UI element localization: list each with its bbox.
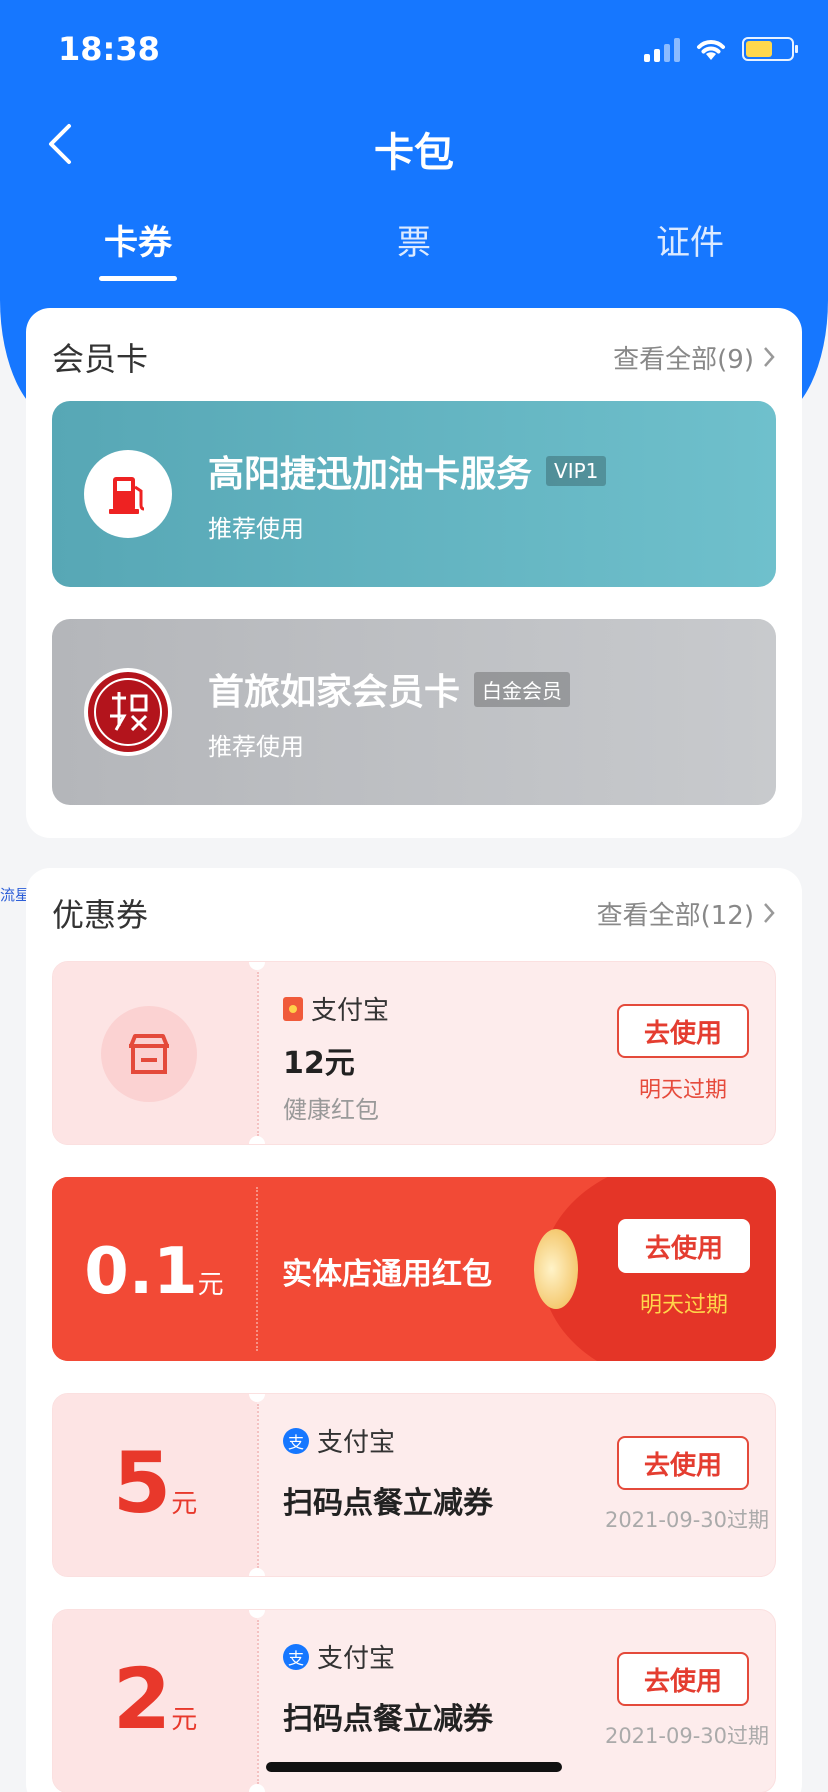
coupon-panel: 优惠券 查看全部(12) 支付宝 12元 健康红包 去使用 明天过期 0.1元 … <box>26 868 802 1792</box>
page-title: 卡包 <box>374 130 454 176</box>
tab-underline <box>99 276 177 281</box>
coupon-title: 扫码点餐立减券 <box>283 1702 493 1737</box>
coupon-expire: 2021-09-30过期 <box>604 1724 769 1748</box>
seal-logo <box>84 668 172 756</box>
amount-value: 0.1 <box>84 1235 198 1309</box>
amount-unit: 元 <box>197 1270 224 1300</box>
see-all-label: 查看全部(12) <box>596 900 754 931</box>
gold-coin-icon <box>534 1229 578 1309</box>
status-bar: 18:38 <box>0 0 828 100</box>
card-name-text: 首旅如家会员卡 <box>208 672 461 713</box>
coupon-expire: 明天过期 <box>639 1293 728 1318</box>
brand-label: 支付宝 <box>317 1644 396 1674</box>
fuel-pump-icon <box>84 450 172 538</box>
see-all-label: 查看全部(9) <box>613 344 754 375</box>
alipay-icon: 支 <box>283 1427 309 1454</box>
see-all-coupon-link[interactable]: 查看全部(12) <box>597 895 776 932</box>
red-packet-icon <box>283 996 303 1021</box>
coupon-item[interactable]: 支付宝 12元 健康红包 去使用 明天过期 <box>52 961 776 1145</box>
signal-icon <box>644 36 680 62</box>
tab-label: 卡券 <box>104 223 172 263</box>
card-name-text: 高阳捷迅加油卡服务 <box>208 454 533 495</box>
status-icons <box>644 36 798 62</box>
panel-header: 会员卡 查看全部(9) <box>52 332 776 382</box>
coupon-value: 12元 <box>283 1046 355 1081</box>
member-card-fuel[interactable]: 高阳捷迅加油卡服务 VIP1 推荐使用 <box>52 401 776 587</box>
amount-value: 5 <box>112 1434 172 1532</box>
amount-unit: 元 <box>171 1705 198 1735</box>
coupon-title: 扫码点餐立减券 <box>283 1486 493 1521</box>
panel-header: 优惠券 查看全部(12) <box>52 888 776 938</box>
coupon-item[interactable]: 5元 支 支付宝 扫码点餐立减券 去使用 2021-09-30过期 <box>52 1393 776 1577</box>
coupon-amount: 2元 <box>53 1650 257 1748</box>
member-card-hotel[interactable]: 首旅如家会员卡 白金会员 推荐使用 <box>52 619 776 805</box>
coupon-expire: 明天过期 <box>638 1078 727 1103</box>
coupon-desc: 健康红包 <box>283 1096 379 1124</box>
coupon-brand: 支 支付宝 <box>283 1638 395 1675</box>
coupon-expire: 2021-09-30过期 <box>604 1508 769 1532</box>
coupon-divider <box>257 972 259 1136</box>
coupon-divider <box>256 1187 258 1351</box>
tab-tickets[interactable]: 票 <box>334 215 494 264</box>
tab-ids[interactable]: 证件 <box>610 215 770 264</box>
card-sub: 推荐使用 <box>208 733 304 761</box>
battery-icon <box>742 37 798 61</box>
coupon-divider <box>257 1620 259 1784</box>
amount-unit: 元 <box>171 1489 198 1519</box>
coupon-title: 实体店通用红包 <box>282 1257 492 1292</box>
tab-bar: 卡券 票 证件 <box>0 215 828 281</box>
chevron-right-icon <box>764 903 775 923</box>
card-sub: 推荐使用 <box>208 515 304 543</box>
member-card-panel: 会员卡 查看全部(9) 高阳捷迅加油卡服务 VIP1 推荐使用 首旅如家会员卡 … <box>26 308 802 838</box>
coupon-brand: 支 支付宝 <box>283 1422 395 1459</box>
wifi-icon <box>697 40 725 60</box>
tab-label: 证件 <box>656 223 724 263</box>
coupon-divider <box>257 1404 259 1568</box>
use-coupon-button[interactable]: 去使用 <box>617 1436 749 1490</box>
coupon-notch <box>249 1784 265 1792</box>
coupon-amount: 5元 <box>53 1434 257 1532</box>
coupon-brand: 支付宝 <box>283 990 389 1027</box>
member-level-badge: 白金会员 <box>474 671 571 707</box>
use-coupon-button[interactable]: 去使用 <box>617 1004 749 1058</box>
section-title: 优惠券 <box>52 896 149 934</box>
store-icon <box>101 1006 197 1102</box>
vip-badge: VIP1 <box>546 456 607 486</box>
brand-label: 支付宝 <box>317 1428 396 1458</box>
see-all-member-link[interactable]: 查看全部(9) <box>613 339 776 376</box>
card-name: 首旅如家会员卡 白金会员 <box>208 663 571 715</box>
alipay-icon: 支 <box>283 1643 309 1670</box>
status-time: 18:38 <box>58 30 160 68</box>
chevron-right-icon <box>764 347 775 367</box>
amount-value: 2 <box>112 1650 172 1748</box>
coupon-amount: 0.1元 <box>52 1235 256 1309</box>
use-coupon-button[interactable]: 去使用 <box>617 1652 749 1706</box>
home-indicator[interactable] <box>266 1762 562 1772</box>
coupon-notch <box>249 1136 265 1144</box>
coupon-item[interactable]: 0.1元 实体店通用红包 去使用 明天过期 <box>52 1177 776 1361</box>
use-coupon-button[interactable]: 去使用 <box>618 1219 750 1273</box>
nav-bar: 卡包 <box>0 100 828 190</box>
tab-label: 票 <box>397 223 431 263</box>
tab-cards[interactable]: 卡券 <box>58 215 218 281</box>
section-title: 会员卡 <box>52 340 149 378</box>
brand-label: 支付宝 <box>311 996 390 1026</box>
coupon-left <box>53 962 257 1144</box>
coupon-notch <box>249 1568 265 1576</box>
card-name: 高阳捷迅加油卡服务 VIP1 <box>208 445 607 497</box>
